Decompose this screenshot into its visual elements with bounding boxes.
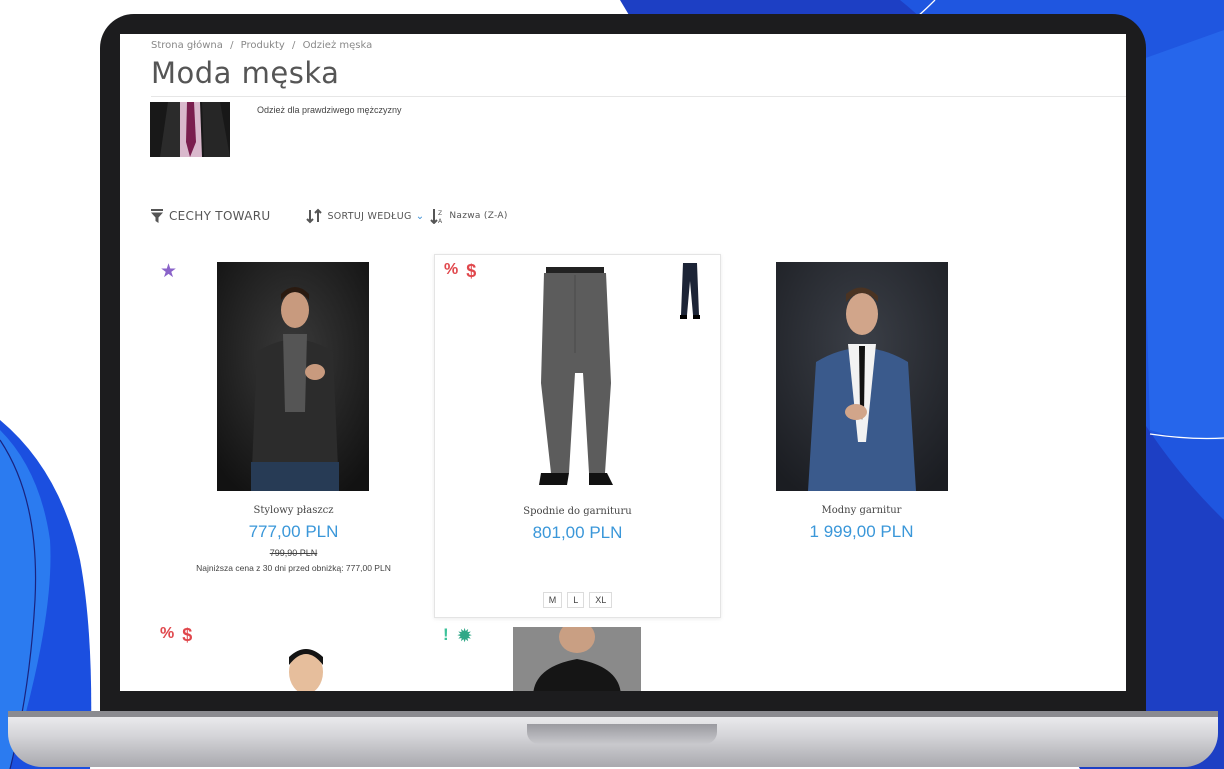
product-card[interactable]: Modny garnitur 1 999,00 PLN [719,254,1004,616]
product-card[interactable]: ★ Stylowy płaszcz 777,00 PLN 799,90 PLN … [151,254,436,616]
lowest-price-note: Najniższa cena z 30 dni przed obniżką: 7… [196,563,391,573]
product-name[interactable]: Stylowy płaszcz [151,505,436,516]
percent-icon: % [160,625,175,642]
sort-value-label: Nazwa (Z-A) [449,211,508,221]
product-thumbnail[interactable] [675,263,705,319]
dollar-icon: $ [466,261,477,281]
sort-alpha-desc-icon: Z A [430,209,443,224]
svg-text:Z: Z [438,210,442,217]
breadcrumb-separator: / [230,40,234,51]
product-old-price: 799,90 PLN [269,548,318,558]
size-option-xl[interactable]: XL [589,592,613,608]
divider [151,96,1126,97]
browser-screen: Strona główna / Produkty / Odzież męska … [120,34,1126,691]
dollar-icon: $ [182,625,193,645]
filter-icon [151,209,163,223]
svg-text:A: A [438,218,443,224]
percent-icon: % [444,261,459,278]
laptop-notch [527,724,717,744]
product-price: 801,00 PLN [532,523,623,542]
size-options: M L XL [435,592,720,608]
exclamation-icon: ! [443,625,449,644]
sort-icon [306,208,323,224]
product-image[interactable] [513,627,641,691]
filter-label: CECHY TOWARU [169,209,271,223]
star-icon: ★ [160,261,178,282]
category-image [150,102,230,157]
chevron-down-icon: ⌄ [415,210,425,222]
product-image[interactable] [217,262,369,491]
sort-dropdown[interactable]: SORTUJ WEDŁUG ⌄ Z A Nazwa (Z-A) [306,208,507,224]
sort-label: SORTUJ WEDŁUG [327,210,412,222]
breadcrumb-home[interactable]: Strona główna [151,40,223,51]
breadcrumb-products[interactable]: Produkty [241,40,285,51]
product-badges: % $ [160,625,192,646]
product-image[interactable] [511,263,641,493]
product-price: 777,00 PLN [248,522,339,541]
product-image[interactable] [776,262,948,491]
product-price: 1 999,00 PLN [809,522,914,541]
product-name[interactable]: Modny garnitur [719,505,1004,516]
product-name[interactable]: Spodnie do garnituru [435,506,720,517]
size-option-l[interactable]: L [567,592,585,608]
product-card[interactable]: ! ✹ [434,619,719,691]
toolbar: CECHY TOWARU SORTUJ WEDŁUG ⌄ Z A Nazwa (… [151,206,508,226]
product-badges: % $ [444,261,476,282]
filter-button[interactable]: CECHY TOWARU [151,209,270,223]
category-description: Odzież dla prawdziwego mężczyzny [257,105,402,115]
page-title: Moda męska [151,56,340,90]
product-badges: ★ [160,260,177,283]
product-badges: ! ✹ [443,625,473,648]
laptop-hinge [8,711,1218,717]
breadcrumb-current: Odzież męska [302,40,373,51]
size-option-m[interactable]: M [542,592,563,608]
product-card[interactable]: % $ [151,619,436,691]
sort-value[interactable]: Z A Nazwa (Z-A) [430,208,507,224]
breadcrumb-separator: / [292,40,296,51]
product-image[interactable] [261,627,351,691]
gear-badge-icon: ✹ [456,626,473,647]
product-card[interactable]: % $ Spodnie do garnituru 801,00 PLN M L … [434,254,721,618]
breadcrumb: Strona główna / Produkty / Odzież męska [151,40,376,51]
